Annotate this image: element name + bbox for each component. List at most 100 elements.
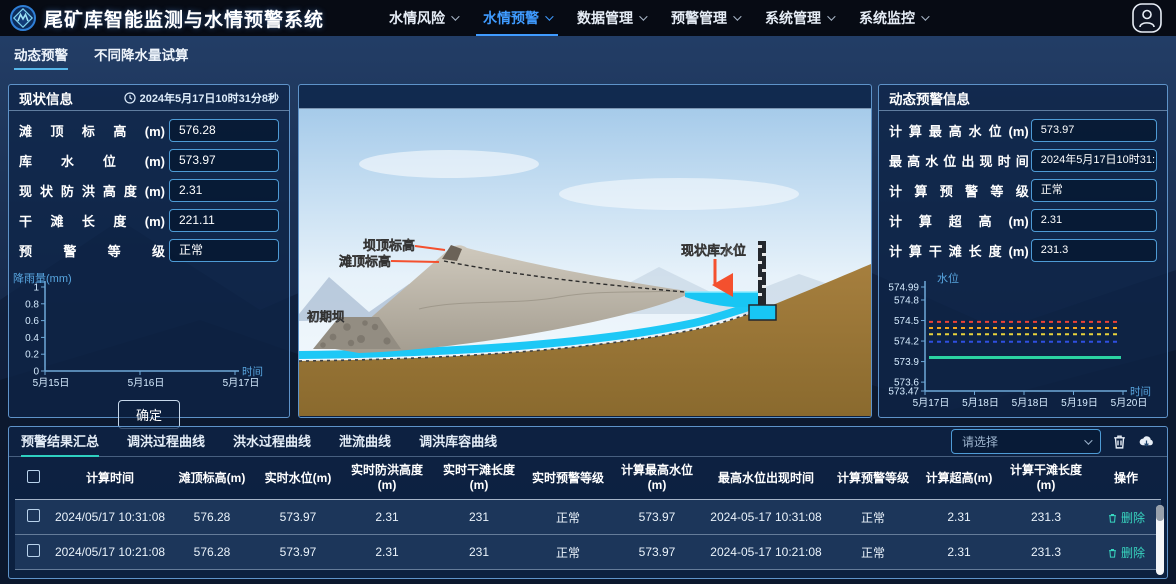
- status-field-row-0: 滩 顶 标 高 (m)576.28: [19, 119, 279, 142]
- svg-text:0: 0: [33, 367, 39, 378]
- chevron-down-icon: [545, 12, 553, 20]
- cell-r0-c3: 2.31: [341, 500, 433, 535]
- chevron-down-icon: [827, 12, 835, 20]
- svg-text:5月15日: 5月15日: [33, 377, 70, 389]
- col-header-10: 计算干滩长度(m): [1001, 457, 1091, 500]
- user-avatar-icon[interactable]: [1132, 3, 1162, 33]
- result-select[interactable]: 请选择: [951, 429, 1101, 454]
- table-row: 2024/05/17 10:21:08576.28573.972.31231正常…: [15, 535, 1161, 570]
- select-all-checkbox[interactable]: [27, 470, 40, 483]
- result-tab-4[interactable]: 调洪库容曲线: [419, 426, 497, 457]
- warning-field-row-2: 计 算 预 警 等 级正常: [889, 179, 1157, 202]
- warning-field-label-2: 计 算 预 警 等 级: [889, 181, 1029, 200]
- status-field-label-2: 现状防洪高度(m): [19, 181, 165, 200]
- nav-item-0[interactable]: 水情风险: [376, 0, 470, 36]
- dam-diagram-panel: 坝顶标高 滩顶标高 初期坝 现状库水位: [298, 84, 872, 418]
- col-header-7: 最高水位出现时间: [703, 457, 829, 500]
- result-tab-3[interactable]: 泄流曲线: [339, 426, 391, 457]
- warning-field-label-0: 计算最高水位(m): [889, 121, 1029, 140]
- svg-text:1: 1: [33, 283, 39, 294]
- result-tab-0[interactable]: 预警结果汇总: [21, 426, 99, 457]
- svg-text:5月18日: 5月18日: [1012, 397, 1049, 409]
- result-tab-1[interactable]: 调洪过程曲线: [127, 426, 205, 457]
- svg-text:574.5: 574.5: [894, 316, 919, 327]
- svg-text:573.6: 573.6: [894, 378, 919, 389]
- svg-text:574.8: 574.8: [894, 296, 919, 307]
- status-field-row-1: 库 水 位 (m)573.97: [19, 149, 279, 172]
- page-tabs: 动态预警不同降水量试算: [14, 44, 189, 70]
- cell-r1-c5: 正常: [525, 535, 611, 570]
- clock-icon: [124, 92, 136, 104]
- svg-text:时间: 时间: [1130, 385, 1151, 398]
- warning-field-value-1[interactable]: 2024年5月17日10时31:: [1031, 149, 1157, 172]
- col-header-0: 计算时间: [51, 457, 169, 500]
- rainfall-chart: 降雨量(mm)时间00.20.40.60.815月15日5月16日5月17日: [9, 271, 275, 393]
- status-field-value-4[interactable]: 正常: [169, 239, 279, 262]
- col-header-4: 实时干滩长度(m): [433, 457, 525, 500]
- diagram-header-strip: [299, 85, 871, 109]
- result-tabs: 预警结果汇总调洪过程曲线洪水过程曲线泄流曲线调洪库容曲线: [21, 426, 525, 457]
- trash-icon: [1107, 512, 1118, 524]
- cell-r0-c5: 正常: [525, 500, 611, 535]
- cell-r0-c9: 2.31: [917, 500, 1001, 535]
- cell-r0-c10: 231.3: [1001, 500, 1091, 535]
- warning-panel-title: 动态预警信息: [889, 88, 970, 108]
- delete-row-button[interactable]: 删除: [1091, 535, 1161, 570]
- cell-r1-c7: 2024-05-17 10:21:08: [703, 535, 829, 570]
- col-header-8: 计算预警等级: [829, 457, 917, 500]
- table-toolbar: 请选择: [951, 429, 1155, 454]
- svg-text:0.4: 0.4: [25, 333, 39, 344]
- status-field-value-0[interactable]: 576.28: [169, 119, 279, 142]
- app-header: 尾矿库智能监测与水情预警系统 水情风险水情预警数据管理预警管理系统管理系统监控: [0, 0, 1176, 36]
- svg-text:573.9: 573.9: [894, 357, 919, 368]
- cell-r0-c6: 573.97: [611, 500, 703, 535]
- nav-item-5[interactable]: 系统监控: [846, 0, 940, 36]
- label-current-water-level: 现状库水位: [681, 243, 746, 258]
- svg-text:5月17日: 5月17日: [223, 377, 260, 389]
- cell-r0-c2: 573.97: [255, 500, 341, 535]
- svg-text:5月19日: 5月19日: [1061, 397, 1098, 409]
- row-checkbox[interactable]: [27, 544, 40, 557]
- svg-text:时间: 时间: [242, 365, 263, 378]
- chevron-down-icon: [451, 12, 459, 20]
- page-tab-1[interactable]: 不同降水量试算: [94, 44, 189, 70]
- page-tab-0[interactable]: 动态预警: [14, 44, 68, 70]
- status-fields: 滩 顶 标 高 (m)576.28库 水 位 (m)573.97现状防洪高度(m…: [9, 111, 289, 271]
- warning-field-label-3: 计 算 超 高 (m): [889, 211, 1029, 230]
- delete-all-icon[interactable]: [1111, 433, 1128, 450]
- warning-field-value-4[interactable]: 231.3: [1031, 239, 1157, 262]
- cloud-download-icon[interactable]: [1138, 433, 1155, 450]
- chevron-down-icon: [733, 12, 741, 20]
- status-timestamp: 2024年5月17日10时31分8秒: [124, 90, 279, 106]
- cell-r1-c1: 576.28: [169, 535, 255, 570]
- confirm-button[interactable]: 确定: [118, 400, 180, 429]
- status-field-value-1[interactable]: 573.97: [169, 149, 279, 172]
- dam-cross-section: 坝顶标高 滩顶标高 初期坝 现状库水位: [299, 109, 871, 416]
- cell-r1-c2: 573.97: [255, 535, 341, 570]
- svg-text:0.2: 0.2: [25, 350, 39, 361]
- status-field-label-1: 库 水 位 (m): [19, 151, 165, 170]
- nav-item-4[interactable]: 系统管理: [752, 0, 846, 36]
- result-tab-2[interactable]: 洪水过程曲线: [233, 426, 311, 457]
- nav-item-2[interactable]: 数据管理: [564, 0, 658, 36]
- warning-field-value-2[interactable]: 正常: [1031, 179, 1157, 202]
- nav-item-1[interactable]: 水情预警: [470, 0, 564, 36]
- nav-item-3[interactable]: 预警管理: [658, 0, 752, 36]
- warning-field-value-0[interactable]: 573.97: [1031, 119, 1157, 142]
- row-checkbox[interactable]: [27, 509, 40, 522]
- warning-field-label-4: 计算干滩长度(m): [889, 241, 1029, 260]
- status-field-value-2[interactable]: 2.31: [169, 179, 279, 202]
- svg-text:5月20日: 5月20日: [1111, 397, 1148, 409]
- status-field-value-3[interactable]: 221.11: [169, 209, 279, 232]
- warning-field-row-0: 计算最高水位(m)573.97: [889, 119, 1157, 142]
- status-field-row-2: 现状防洪高度(m)2.31: [19, 179, 279, 202]
- table-scrollbar[interactable]: [1156, 505, 1164, 575]
- status-field-row-3: 干 滩 长 度 (m)221.11: [19, 209, 279, 232]
- app-logo-icon: [10, 5, 36, 31]
- delete-row-button[interactable]: 删除: [1091, 500, 1161, 535]
- table-row: 2024/05/17 10:31:08576.28573.972.31231正常…: [15, 500, 1161, 535]
- warning-field-value-3[interactable]: 2.31: [1031, 209, 1157, 232]
- col-header-2: 实时水位(m): [255, 457, 341, 500]
- chevron-down-icon: [639, 12, 647, 20]
- svg-text:0.8: 0.8: [25, 299, 39, 310]
